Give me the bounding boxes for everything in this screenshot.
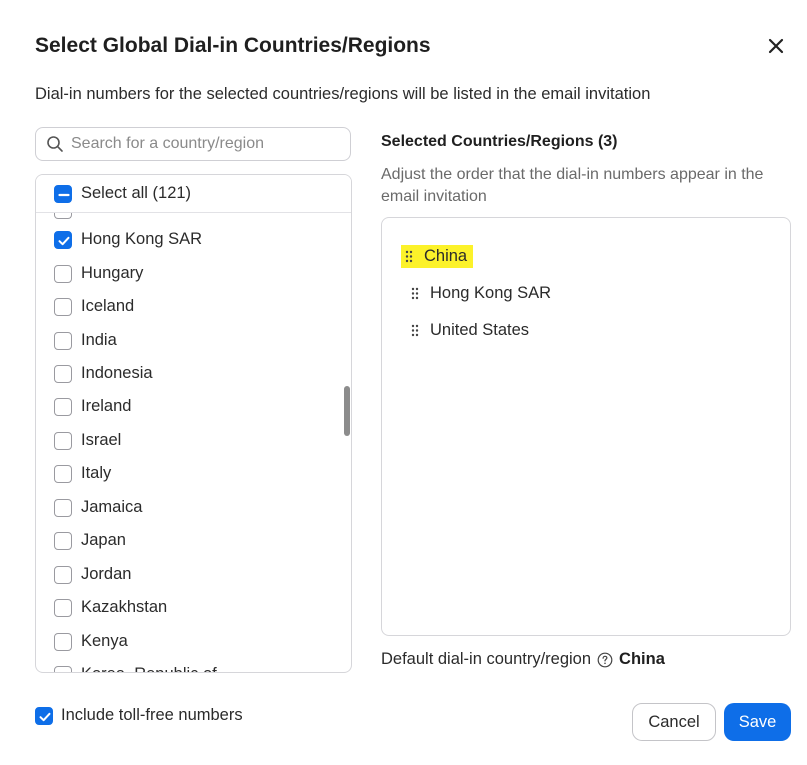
country-checkbox[interactable]: [54, 432, 72, 450]
country-checkbox[interactable]: [54, 599, 72, 617]
country-checkbox[interactable]: [54, 532, 72, 550]
drag-handle-icon[interactable]: [411, 287, 419, 300]
country-label: Japan: [81, 531, 126, 549]
country-label: Israel: [81, 431, 122, 449]
country-label: Korea, Republic of: [81, 665, 217, 672]
country-list[interactable]: Select all (121) Hong Kong SAR Hungary I…: [35, 174, 352, 673]
selected-item-label: Hong Kong SAR: [430, 284, 552, 302]
country-label: Indonesia: [81, 364, 153, 382]
selected-item-united-states[interactable]: United States: [411, 321, 529, 340]
country-label: Iceland: [81, 297, 135, 315]
cancel-button[interactable]: Cancel: [632, 703, 716, 741]
select-all-checkbox[interactable]: [54, 185, 72, 203]
country-label: Kazakhstan: [81, 598, 168, 616]
selected-item-china[interactable]: China: [401, 245, 474, 268]
dialog-title: Select Global Dial-in Countries/Regions: [35, 34, 431, 57]
country-checkbox[interactable]: [54, 298, 72, 316]
toll-free-label: Include toll-free numbers: [61, 706, 243, 724]
default-country-value[interactable]: China: [619, 650, 665, 669]
country-checkbox[interactable]: [54, 332, 72, 350]
selected-list: China Hong Kong SAR United States: [381, 217, 791, 636]
toll-free-checkbox[interactable]: [35, 706, 53, 725]
dialog-description: Dial-in numbers for the selected countri…: [35, 85, 651, 103]
country-label: Hungary: [81, 264, 144, 282]
country-label: Jordan: [81, 565, 132, 583]
country-checkbox[interactable]: [54, 499, 72, 517]
partial-row-checkbox: [54, 213, 72, 219]
drag-handle-icon[interactable]: [405, 250, 413, 263]
search-input[interactable]: [69, 134, 333, 154]
drag-handle-icon[interactable]: [411, 324, 419, 337]
default-country-row: Default dial-in country/region China: [381, 650, 665, 669]
country-label: Hong Kong SAR: [81, 230, 203, 248]
country-label: India: [81, 331, 117, 349]
search-field[interactable]: [35, 127, 351, 161]
search-icon: [47, 136, 63, 152]
country-label: Italy: [81, 464, 112, 482]
selected-heading: Selected Countries/Regions (3): [381, 133, 618, 150]
selected-item-label: United States: [430, 321, 530, 339]
select-all-row[interactable]: Select all (121): [36, 175, 351, 213]
question-circle-icon[interactable]: [597, 652, 613, 668]
close-icon[interactable]: [764, 34, 788, 58]
selected-item-hong-kong[interactable]: Hong Kong SAR: [411, 284, 551, 303]
country-checkbox[interactable]: [54, 465, 72, 483]
country-label: Jamaica: [81, 498, 143, 516]
country-checkbox[interactable]: [54, 231, 72, 249]
selected-hint: Adjust the order that the dial-in number…: [381, 166, 764, 205]
selected-item-label: China: [424, 247, 468, 265]
select-all-label: Select all (121): [81, 184, 192, 202]
country-checkbox[interactable]: [54, 265, 72, 283]
scrollbar-thumb[interactable]: [344, 386, 350, 436]
country-checkbox[interactable]: [54, 398, 72, 416]
country-checkbox[interactable]: [54, 566, 72, 584]
country-label: Ireland: [81, 397, 132, 415]
country-checkbox[interactable]: [54, 666, 72, 672]
highlight-marker: China: [401, 245, 474, 268]
default-country-label: Default dial-in country/region: [381, 650, 592, 668]
save-button[interactable]: Save: [724, 703, 791, 741]
country-checkbox[interactable]: [54, 365, 72, 383]
toll-free-row[interactable]: Include toll-free numbers: [35, 706, 243, 725]
country-label: Kenya: [81, 632, 128, 650]
country-checkbox[interactable]: [54, 633, 72, 651]
